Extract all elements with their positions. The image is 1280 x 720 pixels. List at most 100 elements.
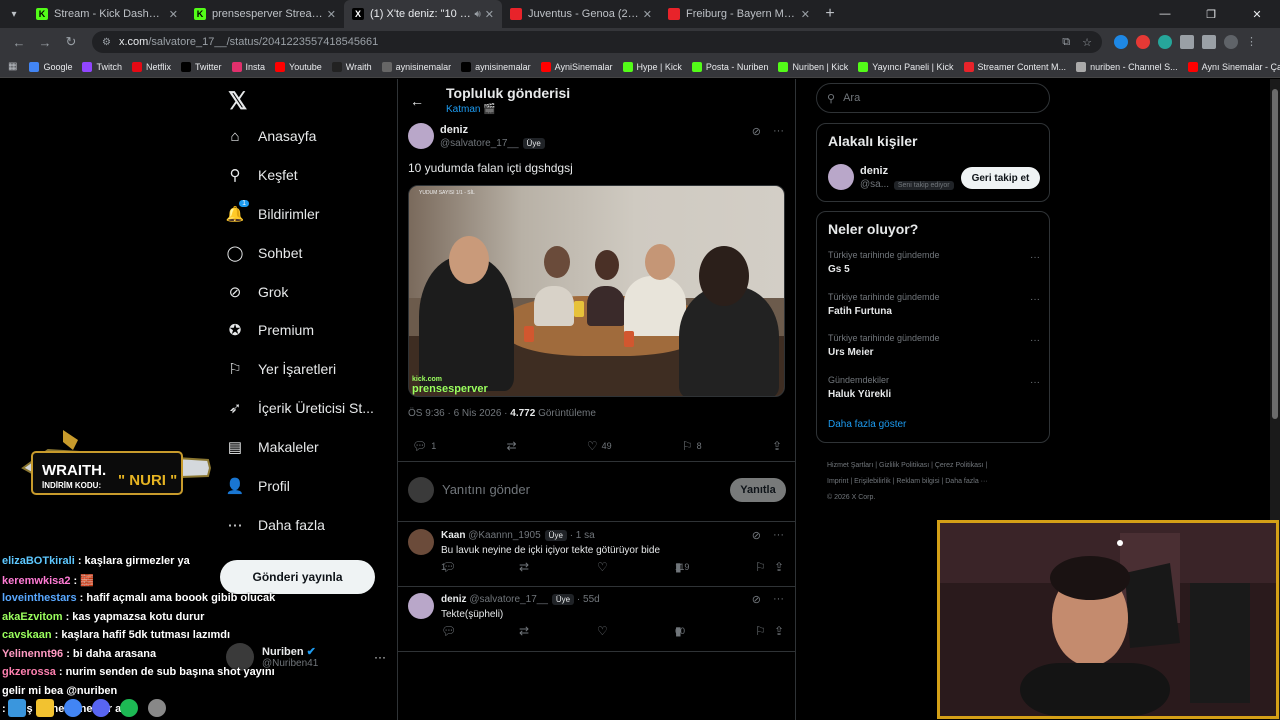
- profile-avatar-icon[interactable]: [1224, 35, 1238, 49]
- trend-item[interactable]: Türkiye tarihinde gündemde Gs 5 ···: [828, 250, 1040, 275]
- more-icon[interactable]: ···: [374, 650, 386, 664]
- bookmark-item[interactable]: Nuriben | Kick: [778, 61, 848, 72]
- reply-input[interactable]: Yanıtını gönder: [442, 482, 530, 497]
- bookmark-item[interactable]: Google: [29, 61, 72, 72]
- more-icon[interactable]: ···: [1030, 377, 1040, 388]
- new-tab-button[interactable]: +: [818, 5, 842, 23]
- more-icon[interactable]: ···: [1030, 294, 1040, 305]
- tab-close-icon[interactable]: ✕: [485, 8, 494, 21]
- chrome-icon[interactable]: [64, 699, 82, 717]
- install-app-icon[interactable]: ⧉: [1062, 36, 1070, 49]
- tab-close-icon[interactable]: ✕: [801, 8, 810, 21]
- restore-icon[interactable]: ❐: [1188, 0, 1234, 28]
- menu-kebab-icon[interactable]: ⋮: [1246, 35, 1257, 49]
- extension-icon[interactable]: [1136, 35, 1150, 49]
- bookmark-item[interactable]: Hype | Kick: [622, 61, 682, 72]
- bookmark-item[interactable]: aynisinemalar: [461, 61, 531, 72]
- more-icon[interactable]: ···: [1030, 252, 1040, 263]
- tab-search-icon[interactable]: ▾: [0, 0, 28, 28]
- bookmark-item[interactable]: Youtube: [275, 61, 322, 72]
- trend-item[interactable]: Türkiye tarihinde gündemde Fatih Furtuna ·…: [828, 292, 1040, 317]
- file-explorer-icon[interactable]: [36, 699, 54, 717]
- share-action[interactable]: ⇪: [772, 439, 782, 453]
- back-arrow-icon[interactable]: ←: [410, 93, 424, 109]
- show-more-link[interactable]: Daha fazla göster: [828, 419, 906, 430]
- tab-close-icon[interactable]: ✕: [327, 8, 336, 21]
- nav-item-more[interactable]: ⋯ Daha fazla: [226, 510, 325, 540]
- browser-tab[interactable]: Juventus - Genoa (2-0) - Maç Ö ✕: [502, 0, 660, 28]
- more-icon[interactable]: ···: [1030, 335, 1040, 346]
- avatar[interactable]: [408, 593, 434, 619]
- trend-item[interactable]: Türkiye tarihinde gündemde Urs Meier ···: [828, 333, 1040, 358]
- bookmark-item[interactable]: Wraith: [331, 61, 372, 72]
- nav-item-rocket[interactable]: ➶ İçerik Üreticisi St...: [226, 393, 374, 423]
- nav-item-grok[interactable]: ⊘ Grok: [226, 277, 289, 307]
- reply-post[interactable]: deniz @salvatore_17__ Üye · 55d ⊘ ··· Tekte(…: [408, 593, 786, 653]
- address-bar[interactable]: ⚙ x.com/salvatore_17__/status/2041223557…: [92, 31, 1102, 53]
- puzzle-icon[interactable]: [1180, 35, 1194, 49]
- tab-close-icon[interactable]: ✕: [643, 8, 652, 21]
- apps-grid-icon[interactable]: ▦: [8, 61, 17, 72]
- post-author-name[interactable]: deniz: [440, 124, 468, 136]
- post-image[interactable]: YUDUM SAYISI 1/1 - SİL kick.com prensesp…: [408, 185, 785, 397]
- community-name[interactable]: Katman 🎬: [446, 104, 496, 115]
- browser-tab[interactable]: Kprensesperver Stream - Watch L ✕: [186, 0, 344, 28]
- trend-item[interactable]: Gündemdekiler Haluk Yürekli ···: [828, 375, 1040, 400]
- discord-icon[interactable]: [92, 699, 110, 717]
- related-name[interactable]: deniz: [860, 165, 888, 177]
- bookmark-item[interactable]: Insta: [231, 61, 265, 72]
- follow-back-button[interactable]: Geri takip et: [961, 167, 1040, 189]
- extension-icon[interactable]: [1158, 35, 1172, 49]
- grok-icon[interactable]: ⊘: [752, 593, 761, 606]
- x-logo-icon[interactable]: 𝕏: [228, 87, 247, 116]
- reply-submit-button[interactable]: Yanıtla: [730, 478, 786, 502]
- bookmark-item[interactable]: Twitter: [181, 61, 222, 72]
- bookmark-item[interactable]: Twitch: [82, 61, 122, 72]
- nav-item-profile[interactable]: 👤 Profil: [226, 471, 290, 501]
- windows-start-icon[interactable]: [8, 699, 26, 717]
- reply-action[interactable]: 💬︎ 1: [412, 439, 436, 453]
- more-icon[interactable]: ···: [773, 529, 784, 542]
- avatar[interactable]: [408, 529, 434, 555]
- repost-action[interactable]: ⇄: [507, 439, 517, 453]
- back-arrow-icon[interactable]: ←: [6, 30, 32, 54]
- bookmark-item[interactable]: Netflix: [132, 61, 171, 72]
- bookmark-item[interactable]: aynisinemalar: [381, 61, 451, 72]
- like-action[interactable]: ♡ 49: [587, 439, 612, 453]
- minimize-icon[interactable]: —: [1142, 0, 1188, 28]
- nav-item-article[interactable]: ▤ Makaleler: [226, 432, 319, 462]
- bookmark-item[interactable]: Posta - Nuriben: [691, 61, 768, 72]
- search-input[interactable]: ⚲ Ara: [816, 83, 1050, 113]
- bookmark-item[interactable]: Yayıncı Paneli | Kick: [858, 61, 954, 72]
- avatar[interactable]: [828, 164, 854, 190]
- nav-item-bell[interactable]: 🔔 1 Bildirimler: [226, 199, 319, 229]
- more-icon[interactable]: ···: [773, 593, 784, 606]
- bookmark-item[interactable]: nuriben - Channel S...: [1076, 61, 1178, 72]
- nav-item-search[interactable]: ⚲ Keşfet: [226, 160, 298, 190]
- spotify-icon[interactable]: [120, 699, 138, 717]
- bookmark-item[interactable]: AyniSinemalar: [540, 61, 613, 72]
- bookmark-action[interactable]: ⚐ 8: [682, 439, 702, 453]
- browser-tab[interactable]: X (1) X'te deniz: "10 yudumda🔊︎ ✕: [344, 0, 502, 28]
- nav-item-bookmark[interactable]: ⚐ Yer İşaretleri: [226, 354, 336, 384]
- nav-item-chat[interactable]: ◯ Sohbet: [226, 238, 303, 268]
- media-icon[interactable]: [1202, 35, 1216, 49]
- bookmark-item[interactable]: Streamer Content M...: [963, 61, 1066, 72]
- site-info-icon[interactable]: ⚙: [102, 37, 111, 48]
- reply-post[interactable]: Kaan @Kaannn_1905 Üye · 1 sa ⊘ ··· Bu lavuk …: [408, 529, 786, 589]
- app-icon[interactable]: [148, 699, 166, 717]
- forward-arrow-icon[interactable]: →: [32, 30, 58, 54]
- grok-icon[interactable]: ⊘: [752, 529, 761, 542]
- browser-tab[interactable]: Freiburg - Bayern Münih | Bund ✕: [660, 0, 818, 28]
- audio-icon[interactable]: 🔊︎: [474, 9, 480, 20]
- browser-tab[interactable]: K Stream - Kick Dashboard ✕: [28, 0, 186, 28]
- bookmark-item[interactable]: Aynı Sinemalar - Ça...: [1187, 61, 1280, 72]
- more-icon[interactable]: ···: [773, 125, 784, 138]
- extension-icon[interactable]: [1114, 35, 1128, 49]
- nav-item-premium[interactable]: ✪ Premium: [226, 315, 314, 345]
- grok-icon[interactable]: ⊘: [752, 125, 761, 138]
- avatar[interactable]: [408, 123, 434, 149]
- reload-icon[interactable]: ↻: [58, 30, 84, 54]
- star-bookmark-icon[interactable]: ☆: [1082, 36, 1092, 49]
- nav-item-home[interactable]: ⌂ Anasayfa: [226, 121, 316, 151]
